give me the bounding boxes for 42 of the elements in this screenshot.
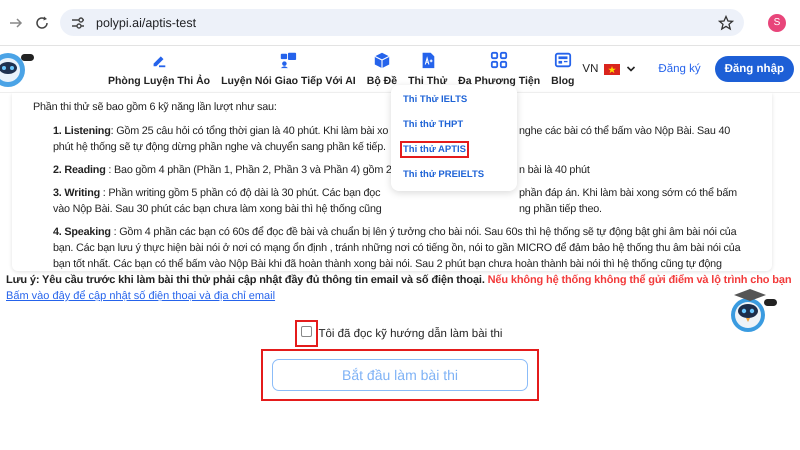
nav-item[interactable]: Blog xyxy=(551,51,574,87)
instruction-text: phần đáp án. Khi làm bài xong sớm có thể bấm xyxy=(519,186,737,201)
box-icon xyxy=(372,51,391,69)
chevron-down-icon[interactable] xyxy=(626,64,636,74)
profile-avatar[interactable]: S xyxy=(768,14,786,32)
nav-item[interactable]: Thi Thử xyxy=(408,51,448,87)
menu-item[interactable]: Thi thử APTIS xyxy=(400,141,469,158)
instruction-text: 1. Listening: Gồm 25 câu hỏi có tổng thời gian là 40 phút. Khi làm bài xo xyxy=(53,124,389,139)
intro-text: Phần thi thử sẽ bao gồm 6 kỹ năng lần lượt như sau: xyxy=(33,101,278,113)
language-label[interactable]: VN xyxy=(582,63,598,75)
site-settings-icon[interactable] xyxy=(70,14,86,30)
instruction-text: bạn. Các bạn lưu ý thực hiện bài nói ở nơi có mạng ổn định , tránh những nơi có tiếng ồn, nói to gần MICRO để đảm bảo hệ thống thu âm bài nói của xyxy=(53,241,740,256)
login-button[interactable]: Đăng nhập xyxy=(714,56,794,82)
notice-text: Lưu ý: Yêu cầu trước khi làm bài thi thử phải cập nhật đầy đủ thông tin email và số điện thoại. xyxy=(6,274,485,286)
nav-item[interactable]: Bộ Đề xyxy=(366,51,398,87)
grid-icon xyxy=(490,51,508,69)
agreement-label[interactable]: Tôi đã đọc kỹ hướng dẫn làm bài thi xyxy=(318,328,502,340)
nav-item[interactable]: Luyện Nói Giao Tiếp Với AI xyxy=(221,51,356,87)
menu-item[interactable]: Thi Thử IELTS xyxy=(400,91,470,108)
news-icon xyxy=(554,51,572,69)
instruction-text: bạn tốt nhất. Các bạn có thể bấm vào Nộp Bài khi đã hoàn thành xong bài nói. Sau 2 phút bạn chưa hoàn thành bài nói thì hệ thống cũng tự động xyxy=(53,257,722,271)
register-link[interactable]: Đăng ký xyxy=(658,63,701,75)
instruction-text: ng phần tiếp theo. xyxy=(519,202,602,217)
instruction-text: 3. Writing : Phần writing gồm 5 phần có độ dài là 30 phút. Các bạn đọc xyxy=(53,186,382,201)
star-icon[interactable] xyxy=(718,14,734,30)
chat-icon xyxy=(279,51,298,69)
instruction-text: nghe các bài có thể bấm vào Nộp Bài. Sau 40 xyxy=(519,124,730,139)
instruction-text: 2. Reading : Bao gồm 4 phần (Phần 1, Phần 2, Phần 3 và Phần 4) gồm 2 xyxy=(53,163,389,178)
nav-item[interactable]: Đa Phương Tiện xyxy=(458,51,540,87)
menu-item[interactable]: Thi thử PREIELTS xyxy=(400,166,488,183)
instruction-text: n bài là 40 phút xyxy=(519,163,590,178)
warning-text: Nếu không hệ thống không thể gửi điểm và lộ trình cho bạn xyxy=(488,274,792,286)
reload-icon[interactable] xyxy=(34,14,50,30)
address-bar[interactable]: polypi.ai/aptis-test xyxy=(60,9,744,36)
nav-item[interactable]: Phòng Luyện Thi Ảo xyxy=(108,51,210,87)
instruction-text: phút hệ thống sẽ tự động dừng phần nghe và chuyển sang phần kế tiếp. xyxy=(53,140,386,155)
agreement-checkbox[interactable] xyxy=(301,326,312,337)
update-contact-link[interactable]: Bấm vào đây để cập nhật số điện thoại và địa chỉ email xyxy=(6,290,276,302)
flag-icon xyxy=(604,64,620,74)
instruction-text: 4. Speaking : Gồm 4 phần các bạn có 60s để đọc đề bài và chuẩn bị lên ý tưởng cho bài nói. Sau 60s thì hệ thống sẽ tự động bật ghi âm bài nói của xyxy=(53,225,736,240)
instruction-text: vào Nộp Bài. Sau 30 phút các bạn chưa làm xong bài thì hệ thống cũng xyxy=(53,202,383,217)
menu-item[interactable]: Thi thử THPT xyxy=(400,116,466,133)
